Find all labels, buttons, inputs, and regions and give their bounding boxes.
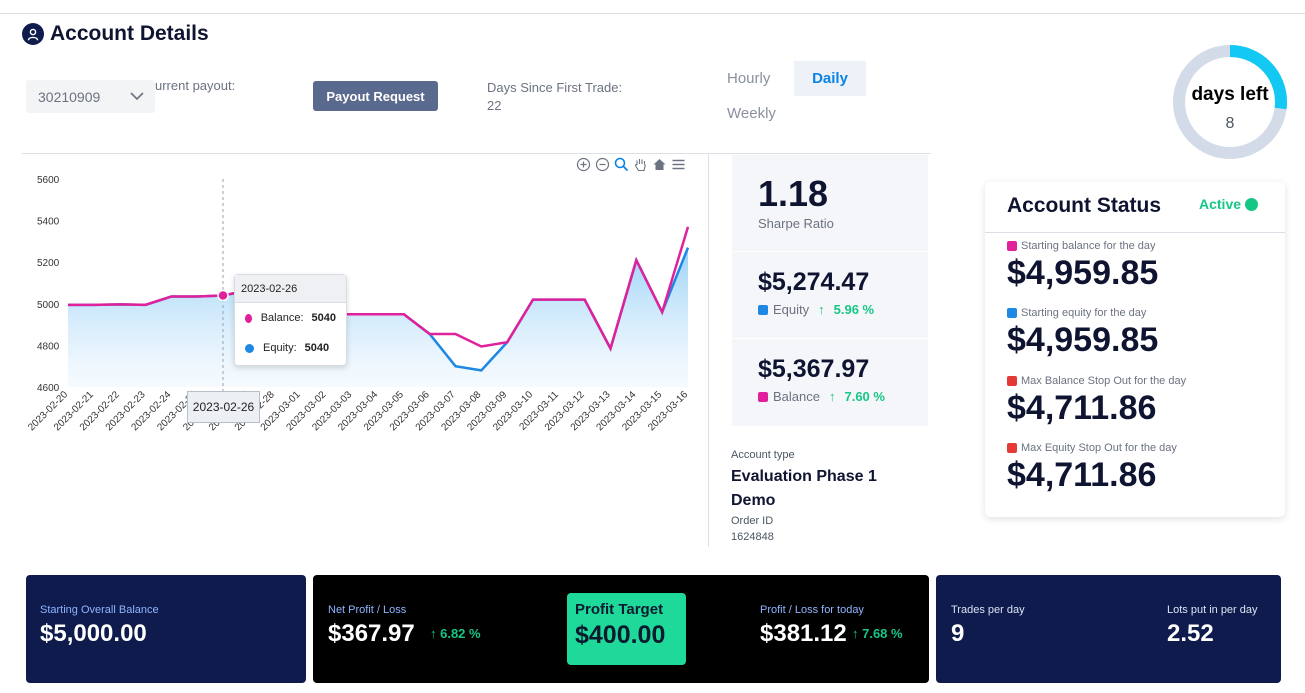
days-since-first-trade-value: 22 (487, 98, 502, 113)
tab-daily[interactable]: Daily (794, 61, 866, 96)
equity-pct: 5.96 % (833, 302, 875, 317)
y-tick-label: 5600 (37, 175, 60, 186)
sharpe-ratio-card: 1.18 Sharpe Ratio (732, 155, 928, 251)
starting-balance-value: $4,959.85 (1007, 254, 1159, 292)
arrow-up-icon: ↑ (818, 302, 825, 317)
tooltip-equity-row: Equity: 5040 (235, 333, 346, 363)
equity-dot (245, 343, 254, 353)
balance-legend: Balance ↑ 7.60 % (758, 389, 885, 404)
lots-per-day-label: Lots put in per day (1167, 604, 1258, 616)
top-divider (0, 13, 1305, 14)
balance-equity-chart[interactable]: 4600480050005200540056002023-02-202023-0… (22, 155, 702, 445)
max-equity-stop-item: Max Equity Stop Out for the day $4,711.8… (1007, 442, 1177, 495)
current-payout-label: urrent payout: (155, 78, 236, 93)
equity-legend: Equity ↑ 5.96 % (758, 302, 874, 317)
days-left-label: days left (1191, 84, 1269, 105)
starting-equity-item: Starting equity for the day $4,959.85 (1007, 307, 1158, 360)
starting-balance-label: Starting balance for the day (1021, 240, 1156, 252)
starting-equity-swatch (1007, 308, 1017, 318)
balance-dot (245, 313, 252, 323)
today-profit-loss-pct: ↑ 7.68 % (852, 626, 903, 641)
today-profit-loss-value: $381.12 (760, 620, 847, 647)
account-select-value: 30210909 (38, 88, 101, 105)
trading-activity-card: Trades per day 9 Lots put in per day 2.5… (936, 575, 1281, 683)
equity-label: Equity (773, 302, 810, 317)
balance-swatch (758, 391, 768, 402)
balance-label: Balance (773, 389, 820, 404)
arrow-up-icon: ↑ (828, 389, 836, 404)
max-balance-stop-item: Max Balance Stop Out for the day $4,711.… (1007, 375, 1186, 428)
y-tick-label: 5400 (37, 217, 60, 228)
order-id-value: 1624848 (731, 531, 774, 543)
account-status-title: Account Status (1007, 194, 1162, 217)
starting-balance-swatch (1007, 241, 1017, 251)
tooltip-balance-value: 5040 (311, 312, 336, 324)
equity-value: $5,274.47 (758, 268, 870, 296)
max-equity-stop-value: $4,711.86 (1007, 456, 1157, 494)
starting-overall-balance-card: Starting Overall Balance $5,000.00 (26, 575, 306, 683)
trades-per-day-label: Trades per day (951, 604, 1025, 616)
starting-overall-balance-value: $5,000.00 (40, 620, 147, 647)
tooltip-balance-row: Balance: 5040 (235, 303, 346, 333)
starting-overall-balance-label: Starting Overall Balance (40, 604, 159, 616)
starting-equity-label: Starting equity for the day (1021, 307, 1147, 319)
days-left-value: 8 (1225, 115, 1235, 132)
sharpe-ratio-label: Sharpe Ratio (758, 216, 834, 231)
y-tick-label: 4600 (37, 383, 60, 394)
balance-hover-marker (217, 289, 229, 302)
x-axis-crosshair-label: 2023-02-26 (187, 391, 260, 423)
profit-target-value: $400.00 (575, 621, 666, 649)
tooltip-equity-value: 5040 (304, 342, 330, 354)
chevron-down-icon (129, 88, 145, 107)
status-badge: Active (1199, 196, 1259, 212)
account-type-value: Evaluation Phase 1 Demo (731, 468, 877, 509)
lots-per-day-value: 2.52 (1167, 620, 1214, 647)
status-divider (985, 232, 1285, 233)
net-profit-loss-pct: ↑ 6.82 % (430, 626, 481, 641)
days-since-first-trade-label: Days Since First Trade: (487, 80, 623, 95)
page-title: Account Details (50, 22, 209, 45)
profit-target-label: Profit Target (575, 601, 664, 618)
status-badge-label: Active (1199, 196, 1242, 212)
starting-balance-item: Starting balance for the day $4,959.85 (1007, 240, 1158, 293)
starting-equity-value: $4,959.85 (1007, 321, 1159, 359)
tab-weekly[interactable]: Weekly (727, 105, 776, 122)
chart-tooltip: 2023-02-26 Balance: 5040 Equity: 5040 (234, 274, 347, 366)
account-status-card: Account Status Active Starting balance f… (985, 182, 1285, 517)
chart-vertical-divider (708, 153, 709, 547)
page-header: Account Details (22, 22, 209, 46)
max-equity-stop-swatch (1007, 443, 1017, 453)
tab-hourly[interactable]: Hourly (727, 70, 770, 87)
y-tick-label: 5000 (37, 300, 60, 311)
balance-pct: 7.60 % (844, 389, 885, 404)
tooltip-date: 2023-02-26 (235, 275, 346, 303)
y-tick-label: 5200 (37, 258, 60, 269)
tooltip-balance-label: Balance: (260, 312, 304, 324)
account-type-label: Account type (731, 449, 795, 461)
sharpe-ratio-value: 1.18 (758, 173, 829, 214)
profit-target-box: Profit Target $400.00 (567, 593, 686, 665)
trades-per-day-value: 9 (951, 620, 965, 647)
equity-swatch (758, 304, 768, 315)
net-profit-loss-label: Net Profit / Loss (328, 604, 407, 616)
user-icon (22, 23, 44, 45)
max-balance-stop-value: $4,711.86 (1007, 389, 1157, 427)
today-profit-loss-label: Profit / Loss for today (760, 604, 864, 616)
order-id-label: Order ID (731, 515, 774, 527)
max-equity-stop-label: Max Equity Stop Out for the day (1021, 442, 1177, 454)
balance-card: $5,367.97 Balance ↑ 7.60 % (732, 339, 928, 426)
profit-card: Net Profit / Loss $367.97 ↑ 6.82 % Profi… (313, 575, 929, 683)
equity-card: $5,274.47 Equity ↑ 5.96 % (732, 252, 928, 338)
account-select[interactable]: 30210909 (26, 80, 155, 113)
tooltip-equity-label: Equity: (263, 342, 297, 354)
max-balance-stop-label: Max Balance Stop Out for the day (1021, 375, 1187, 387)
chart-divider (22, 153, 931, 154)
balance-value: $5,367.97 (758, 355, 870, 383)
y-tick-label: 4800 (37, 341, 60, 352)
payout-request-button[interactable]: Payout Request (313, 81, 438, 111)
net-profit-loss-value: $367.97 (328, 620, 415, 647)
active-dot-icon (1245, 197, 1259, 211)
max-balance-stop-swatch (1007, 376, 1017, 386)
